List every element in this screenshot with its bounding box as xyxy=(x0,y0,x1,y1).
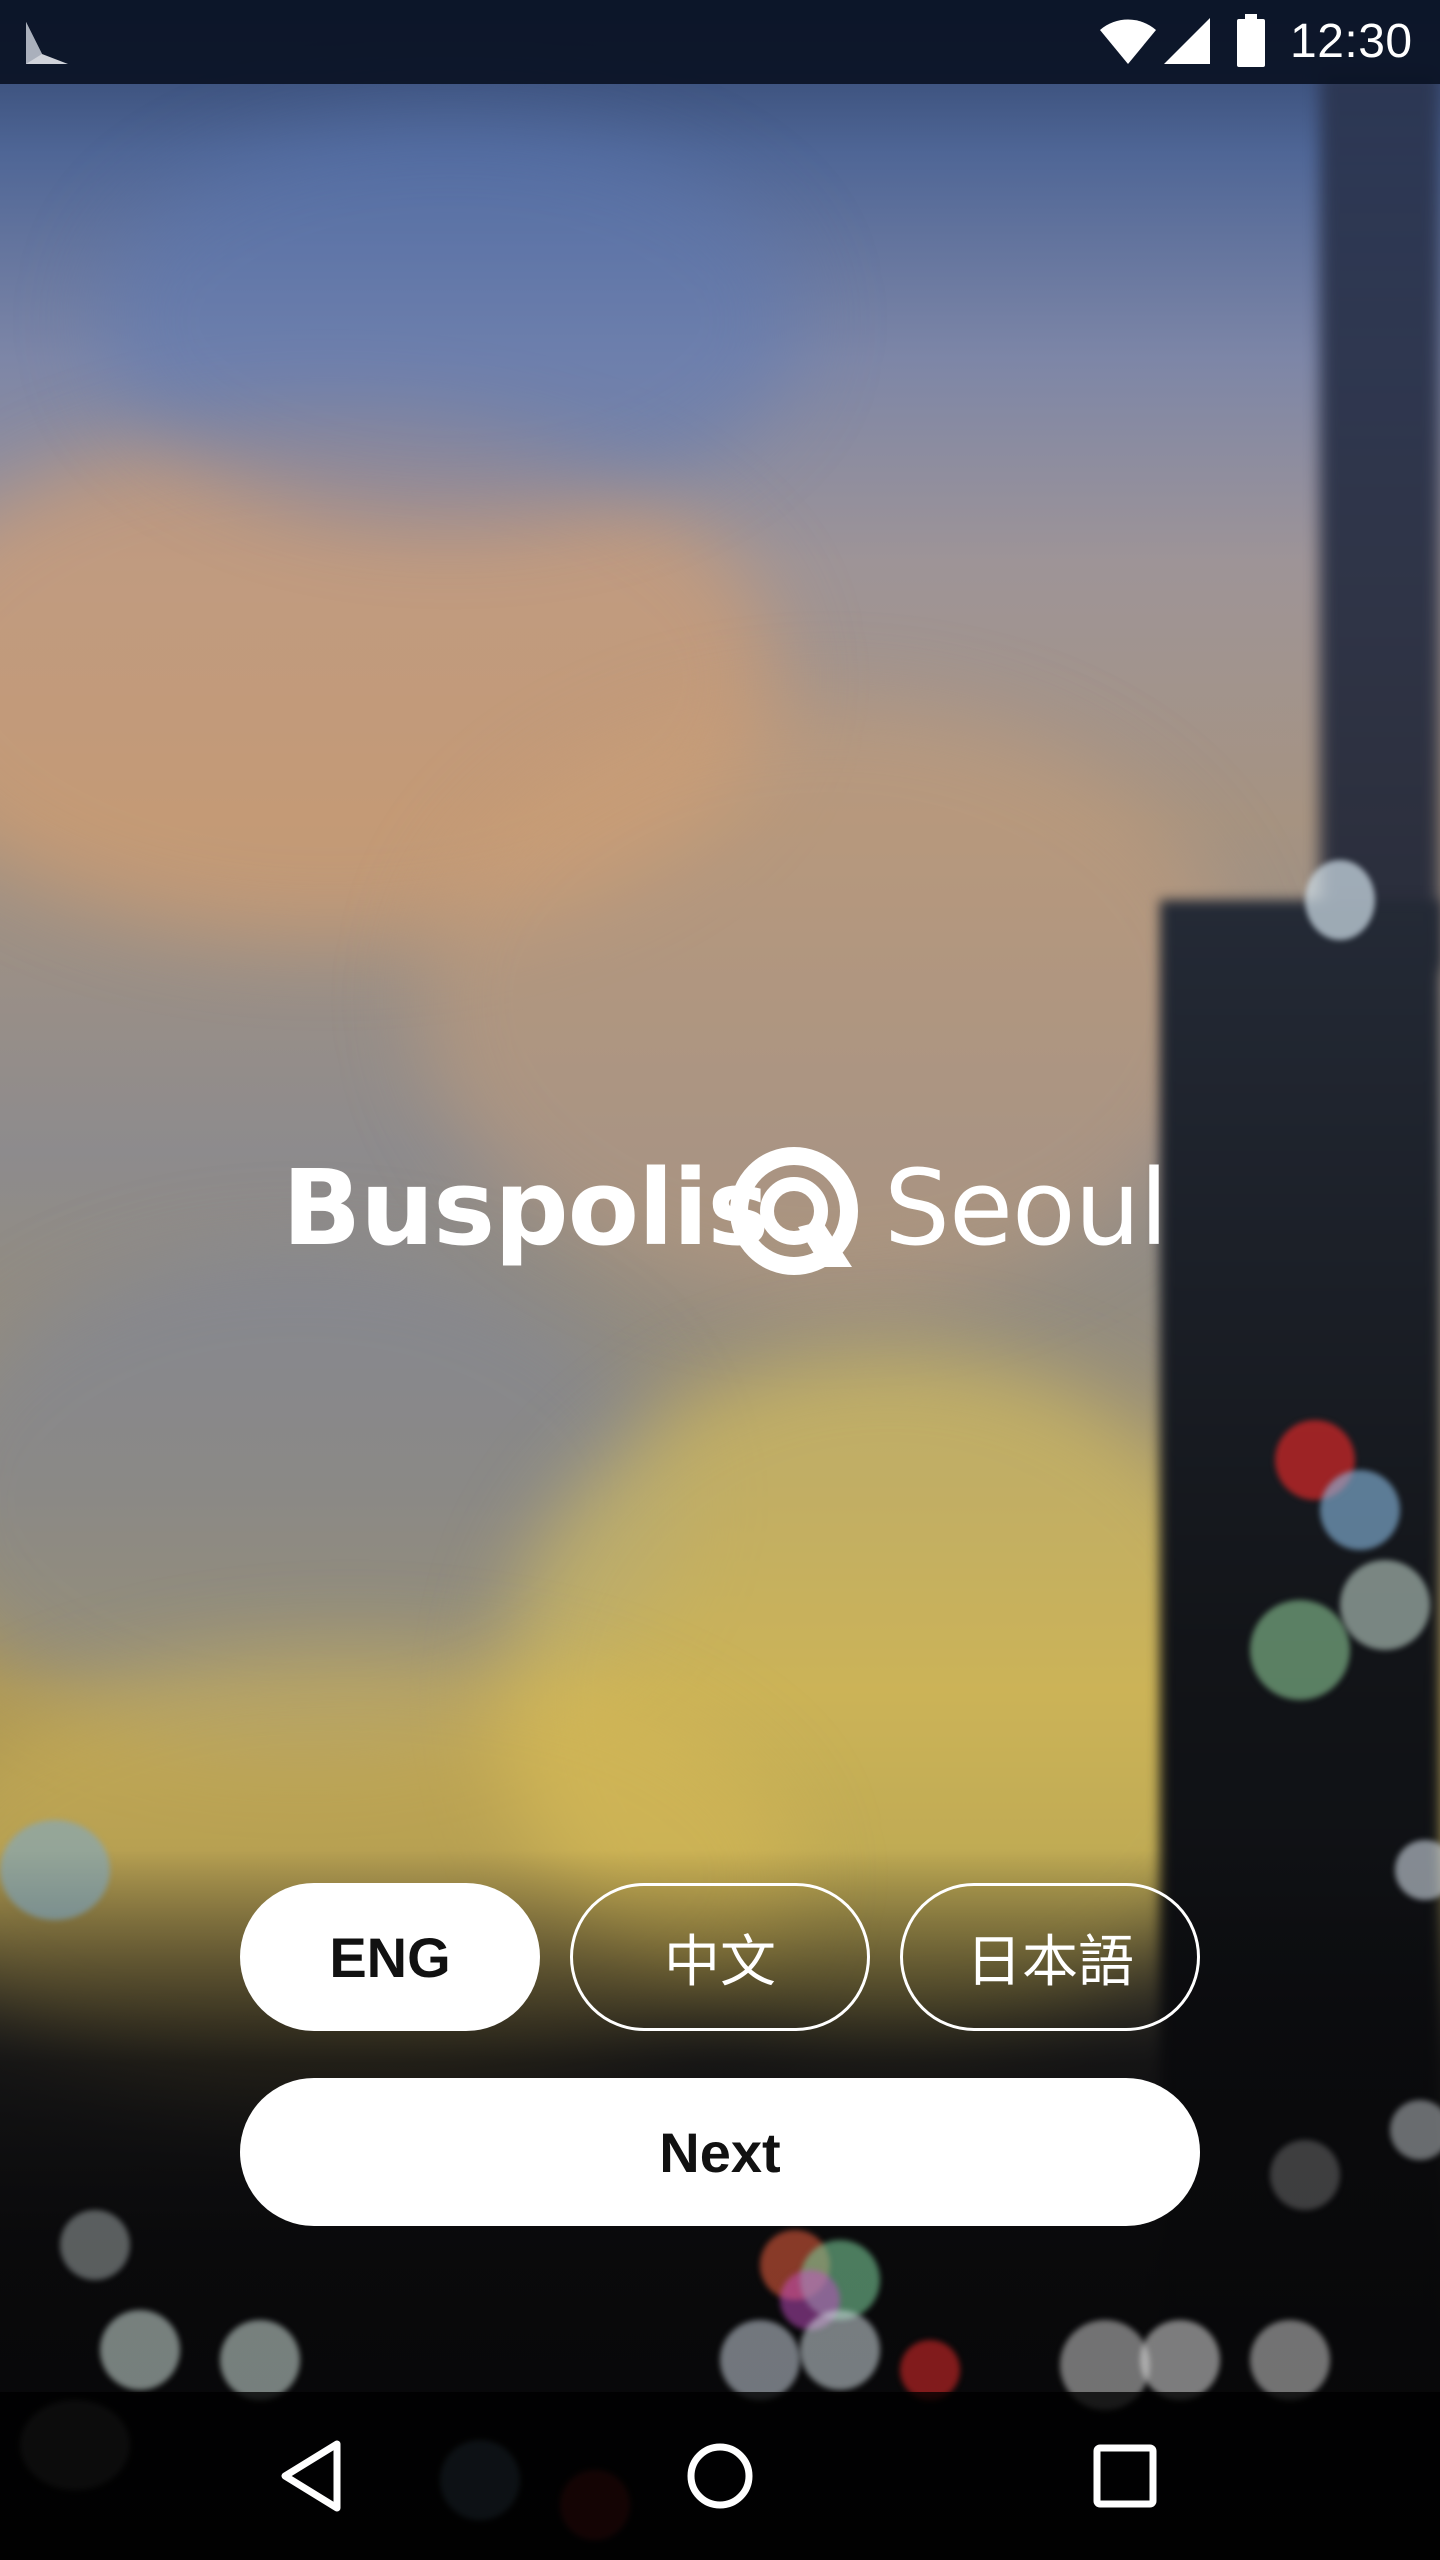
buspolis-seoul-logo: Buspolis Seoul xyxy=(280,1130,1168,1290)
back-icon[interactable] xyxy=(275,2436,355,2516)
play-store-notification-icon xyxy=(26,22,68,64)
q-logo-mark-icon xyxy=(730,1147,858,1275)
language-selector: ENG 中文 日本語 xyxy=(240,1883,1200,2031)
status-bar: 12:30 xyxy=(0,0,1440,84)
battery-icon xyxy=(1237,14,1265,67)
next-button[interactable]: Next xyxy=(240,2078,1200,2226)
language-button-japanese[interactable]: 日本語 xyxy=(900,1883,1200,2031)
home-icon[interactable] xyxy=(680,2436,760,2516)
recents-icon[interactable] xyxy=(1085,2436,1165,2516)
brand-name-seoul: Seoul xyxy=(884,1147,1168,1269)
brand-name-buspolis: Buspolis xyxy=(282,1147,769,1269)
language-button-eng[interactable]: ENG xyxy=(240,1883,540,2031)
system-navigation-bar xyxy=(0,2392,1440,2560)
wifi-icon xyxy=(1100,19,1156,64)
language-button-chinese[interactable]: 中文 xyxy=(570,1883,870,2031)
status-clock: 12:30 xyxy=(1290,15,1413,68)
cell-signal-icon xyxy=(1164,18,1210,64)
